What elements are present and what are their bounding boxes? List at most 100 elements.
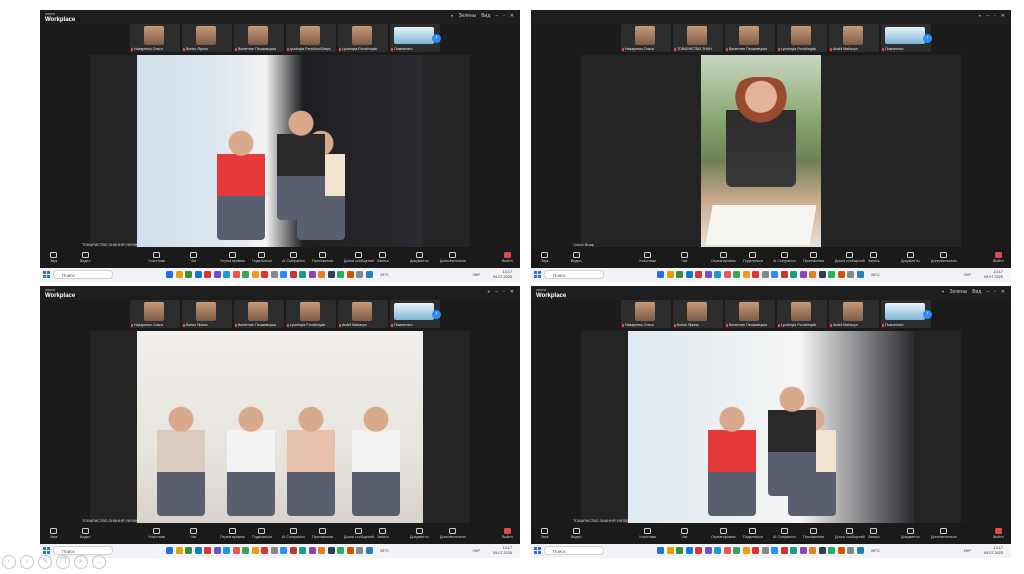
maximize-icon[interactable]: ▫ [503, 13, 505, 19]
taskbar-app-icon[interactable] [704, 547, 712, 554]
taskbar-app-icon[interactable] [223, 271, 230, 278]
toolbar-button[interactable]: Чат [681, 528, 688, 539]
taskbar-app-icon[interactable] [837, 271, 845, 278]
taskbar-app-icon[interactable] [676, 547, 683, 554]
participant-thumbnail[interactable]: Назаренко Ольга [130, 24, 180, 52]
participant-thumbnail[interactable]: Lyudmyla Porokhnyak [286, 300, 336, 328]
toolbar-button[interactable]: Приложения [803, 252, 824, 263]
taskbar-app-icon[interactable] [818, 547, 826, 554]
participant-thumbnail[interactable]: Валентин Пешанецька [725, 300, 775, 328]
close-icon[interactable]: ✕ [510, 13, 514, 19]
toolbar-button[interactable]: Документы [901, 252, 920, 263]
minimize-icon[interactable]: – [495, 289, 498, 295]
participant-thumbnail[interactable]: Andrii Mahazyn [338, 300, 388, 328]
toolbar-button[interactable]: Выйти [502, 528, 513, 539]
taskbar-app-icon[interactable] [242, 271, 249, 278]
taskbar-app-icon[interactable] [308, 547, 316, 554]
taskbar-app-icon[interactable] [204, 271, 211, 278]
next-page-button[interactable]: › [923, 310, 932, 319]
taskbar-app-icon[interactable] [223, 547, 230, 554]
taskbar-app-icon[interactable] [299, 547, 306, 554]
participant-thumbnail[interactable]: Назаренко Ольга [621, 24, 671, 52]
taskbar-app-icon[interactable] [280, 271, 287, 278]
windows-start-icon[interactable] [534, 547, 541, 554]
toolbar-button[interactable]: Дополнительно [440, 252, 466, 263]
toolbar-button[interactable]: Чат [190, 252, 197, 263]
toolbar-button[interactable]: Видео [571, 252, 582, 263]
participant-thumbnail[interactable]: Andrii Mahazyn [829, 300, 879, 328]
toolbar-button[interactable]: Звук [541, 252, 548, 263]
close-icon[interactable]: ✕ [1001, 289, 1005, 295]
copy-icon[interactable]: ❐ [56, 555, 70, 569]
toolbar-button[interactable]: Приложения [312, 528, 333, 539]
toolbar-button[interactable]: Запись [377, 528, 389, 539]
toolbar-button[interactable]: Отреагировать [711, 252, 736, 263]
taskbar-app-icon[interactable] [676, 271, 683, 278]
participant-thumbnail[interactable]: Бонко Ярина [673, 300, 723, 328]
toolbar-button[interactable]: Участники [148, 252, 165, 263]
taskbar-app-icon[interactable] [337, 271, 344, 278]
taskbar-app-icon[interactable] [356, 271, 363, 278]
taskbar-app-icon[interactable] [327, 547, 335, 554]
participant-thumbnail[interactable]: Валентин Пешанецька [234, 300, 284, 328]
maximize-icon[interactable]: ▫ [994, 13, 996, 19]
taskbar-app-icon[interactable] [723, 271, 731, 278]
taskbar-app-icon[interactable] [685, 547, 693, 554]
participant-thumbnail[interactable]: Валентин Пешанецька [234, 24, 284, 52]
maximize-icon[interactable]: ▫ [994, 289, 996, 295]
taskbar-app-icon[interactable] [308, 271, 316, 278]
toolbar-button[interactable]: AI Companion [282, 252, 305, 263]
taskbar-app-icon[interactable] [828, 547, 835, 554]
taskbar-app-icon[interactable] [213, 547, 221, 554]
windows-start-icon[interactable] [43, 271, 50, 278]
taskbar-app-icon[interactable] [251, 547, 259, 554]
taskbar-app-icon[interactable] [289, 271, 297, 278]
toolbar-button[interactable]: Запись [377, 252, 389, 263]
participant-thumbnail[interactable]: ТОВАРИСТВО ЗНАН [673, 24, 723, 52]
taskbar-search[interactable]: Поиск [544, 546, 604, 555]
taskbar-app-icon[interactable] [261, 547, 268, 554]
taskbar-app-icon[interactable] [213, 271, 221, 278]
taskbar-app-icon[interactable] [232, 547, 240, 554]
participant-thumbnail[interactable]: Назаренко Ольга [621, 300, 671, 328]
taskbar-app-icon[interactable] [837, 547, 845, 554]
toolbar-button[interactable]: Документы [901, 528, 920, 539]
toolbar-button[interactable]: Участники [639, 528, 656, 539]
taskbar-app-icon[interactable] [752, 271, 759, 278]
taskbar-app-icon[interactable] [771, 547, 778, 554]
taskbar-app-icon[interactable] [175, 271, 183, 278]
taskbar-app-icon[interactable] [790, 547, 797, 554]
participant-thumbnail[interactable]: Andrii Mahazyn [829, 24, 879, 52]
toolbar-button[interactable]: Чат [681, 252, 688, 263]
taskbar-app-icon[interactable] [346, 271, 354, 278]
edit-icon[interactable]: ✎ [38, 555, 52, 569]
taskbar-search[interactable]: Поиск [53, 270, 113, 279]
toolbar-button[interactable]: AI Companion [773, 528, 796, 539]
taskbar-app-icon[interactable] [685, 271, 693, 278]
participant-thumbnail[interactable]: Бонко Ярина [182, 300, 232, 328]
taskbar-app-icon[interactable] [365, 547, 373, 554]
taskbar-app-icon[interactable] [327, 271, 335, 278]
taskbar-app-icon[interactable] [337, 547, 344, 554]
taskbar-app-icon[interactable] [761, 547, 769, 554]
taskbar-app-icon[interactable] [771, 271, 778, 278]
taskbar-app-icon[interactable] [733, 547, 740, 554]
next-page-button[interactable]: › [432, 310, 441, 319]
taskbar-app-icon[interactable] [318, 547, 325, 554]
taskbar-search[interactable]: Поиск [544, 270, 604, 279]
toolbar-button[interactable]: Запись [868, 528, 880, 539]
toolbar-button[interactable]: Доска сообщений [344, 528, 374, 539]
toolbar-button[interactable]: Доска сообщений [344, 252, 374, 263]
taskbar-app-icon[interactable] [799, 547, 807, 554]
toolbar-button[interactable]: Отреагировать [220, 252, 245, 263]
toolbar-button[interactable]: Участники [148, 528, 165, 539]
taskbar-app-icon[interactable] [856, 271, 864, 278]
toolbar-button[interactable]: AI Companion [282, 528, 305, 539]
taskbar-app-icon[interactable] [695, 271, 702, 278]
toolbar-button[interactable]: Отреагировать [711, 528, 736, 539]
taskbar-app-icon[interactable] [856, 547, 864, 554]
taskbar-app-icon[interactable] [299, 271, 306, 278]
previous-icon[interactable]: ‹ [2, 555, 16, 569]
windows-start-icon[interactable] [534, 271, 541, 278]
taskbar-app-icon[interactable] [204, 547, 211, 554]
